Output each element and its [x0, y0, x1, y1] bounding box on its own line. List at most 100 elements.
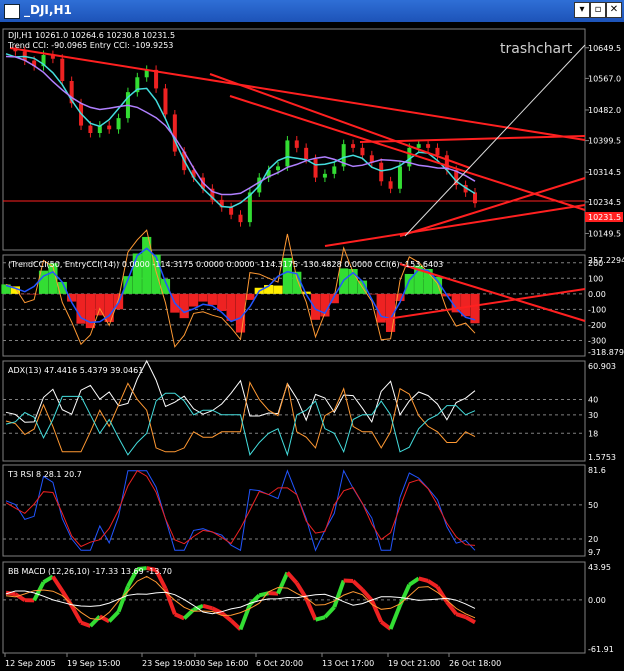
cci-bottom-label: -318.879: [588, 348, 624, 357]
macd-seg-12: [107, 610, 120, 623]
candle-body-31: [294, 140, 299, 148]
cci-title: (TrendCCI(50, EntryCCI(14)) 0.0000 -114.…: [8, 260, 443, 269]
cci-tick-label-4: -200: [588, 321, 606, 330]
trendline-5: [229, 95, 586, 211]
cci-hist-bar-29: [273, 285, 283, 294]
rsi-tick-label-0: 50: [588, 501, 598, 510]
cci-hist-bar-21: [198, 293, 208, 302]
trendline-4: [399, 177, 586, 237]
candle-body-37: [351, 144, 356, 148]
app-icon: [4, 4, 20, 19]
candle-body-6: [60, 58, 65, 81]
macd-seg-4: [32, 581, 46, 602]
price-ma-slow: [5, 55, 476, 196]
minimize-button[interactable]: ▾: [574, 2, 590, 18]
x-axis-label-0: 12 Sep 2005: [5, 659, 56, 668]
macd-seg-34: [315, 615, 326, 622]
candle-body-38: [360, 147, 365, 156]
trendline-2: [359, 135, 586, 143]
candle-body-18: [172, 114, 177, 152]
price-tick-label-3: 10399.5: [588, 137, 621, 146]
price-panel-border: [2, 28, 586, 251]
candle-body-11: [107, 125, 112, 130]
adx-plus-di-line: [5, 381, 476, 453]
adx-bottom-label: 1.5753: [588, 453, 616, 462]
macd-seg-31: [285, 571, 299, 585]
x-axis-label-7: 26 Oct 18:00: [449, 659, 501, 668]
trendline-0: [9, 47, 586, 141]
adx-title: ADX(13) 47.4416 5.4379 39.0461: [8, 366, 143, 375]
macd-title: BB MACD (12,26,10) -17.33 13.69 -13.70: [8, 567, 172, 576]
candle-body-29: [276, 166, 281, 171]
trendline-3: [324, 204, 586, 247]
adx-tick-label-1: 30: [588, 411, 598, 420]
cci-hist-bar-22: [207, 293, 217, 305]
candle-body-33: [313, 159, 318, 178]
macd-seg-35: [323, 605, 336, 619]
macd-seg-26: [238, 603, 252, 631]
rsi-tick-label-1: 20: [588, 535, 598, 544]
macd-seg-50: [464, 615, 476, 625]
adx-panel-border: [2, 360, 586, 462]
price-tag: 10231.5: [588, 213, 621, 222]
macd-seg-39: [360, 588, 374, 602]
macd-seg-22: [202, 603, 213, 611]
macd-top-label: 43.95: [588, 563, 611, 572]
cci-tick-label-2: 0.00: [588, 290, 606, 299]
macd-seg-45: [418, 576, 429, 583]
price-tick-label-2: 10482.0: [588, 106, 621, 115]
close-button[interactable]: ✕: [606, 2, 622, 18]
y-axis-labels: 10649.5 10567.0 10482.0 10399.5 10314.5 10234…: [585, 44, 624, 654]
cci-tick-label-1: 100: [588, 274, 603, 283]
candle-body-34: [322, 173, 327, 178]
candle-body-17: [163, 88, 168, 115]
price-subtitle: Trend CCI: -90.0965 Entry CCI: -109.9253: [7, 41, 173, 50]
rsi-bottom-label: 9.7: [588, 548, 601, 557]
price-tick-label-4: 10314.5: [588, 168, 621, 177]
candle-body-40: [379, 162, 384, 182]
cci-top-label: 257.2294: [588, 256, 624, 265]
candle-body-45: [426, 144, 431, 148]
cci-hist-bar-23: [217, 293, 227, 311]
macd-seg-38: [351, 579, 364, 592]
cci-hist-bar-3: [29, 293, 39, 295]
candle-body-12: [116, 118, 121, 130]
macd-seg-5: [42, 574, 54, 584]
macd-bottom-label: -61.91: [588, 645, 614, 654]
price-tick-label-0: 10649.5: [588, 44, 621, 53]
cci-hist-bar-40: [376, 293, 386, 323]
rsi-top-label: 81.6: [588, 466, 606, 475]
price-series: [5, 44, 477, 227]
adx-top-label: 60.903: [588, 362, 616, 371]
candle-body-50: [473, 192, 477, 204]
cci-tick-label-3: -100: [588, 305, 606, 314]
window-titlebar[interactable]: _DJI,H1 ▾ ▫ ✕: [0, 0, 624, 22]
macd-seg-10: [88, 614, 102, 628]
cci-hist-bar-19: [179, 293, 189, 319]
price-tick-label-6: 10149.5: [588, 229, 621, 238]
candle-body-32: [304, 147, 309, 159]
macd-seg-30: [276, 571, 290, 595]
rsi-title: T3 RSI 8 28.1 20.7: [7, 470, 82, 479]
restore-button[interactable]: ▫: [590, 2, 606, 18]
x-axis-label-4: 6 Oct 20:00: [256, 659, 303, 668]
candle-body-41: [388, 181, 393, 189]
candle-body-46: [435, 147, 440, 156]
macd-tick-label-0: 0.00: [588, 596, 606, 605]
x-axis-label-5: 13 Oct 17:00: [322, 659, 374, 668]
candle-body-9: [88, 125, 93, 133]
price-tick-label-5: 10234.5: [588, 198, 621, 207]
macd-seg-42: [388, 604, 402, 630]
macd-seg-19: [174, 612, 186, 621]
macd-seg-24: [220, 611, 233, 623]
adx-tick-label-0: 40: [588, 395, 598, 404]
macd-seg-40: [369, 599, 384, 623]
candle-body-16: [154, 69, 159, 89]
chart-canvas[interactable]: DJI,H1 10261.0 10264.6 10230.8 10231.5 T…: [0, 22, 624, 671]
x-axis-label-6: 19 Oct 21:00: [388, 659, 440, 668]
window-title: _DJI,H1: [24, 3, 72, 17]
trendline-1: [209, 73, 471, 169]
price-tick-label-1: 10567.0: [588, 74, 621, 83]
rsi-slow-line: [5, 470, 476, 548]
macd-seg-6: [51, 575, 64, 592]
